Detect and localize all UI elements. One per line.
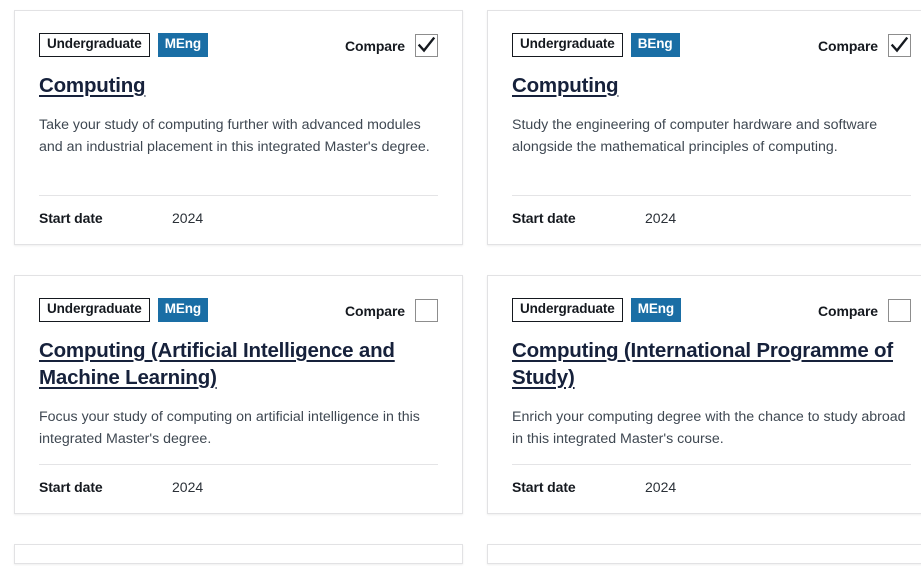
card-header: Undergraduate MEng Compare — [39, 298, 438, 322]
tag-group: Undergraduate MEng — [39, 298, 209, 322]
compare-label: Compare — [345, 37, 405, 54]
course-card-partial[interactable] — [14, 544, 463, 565]
compare-control[interactable]: Compare — [818, 33, 911, 57]
start-date-row: Start date 2024 — [39, 195, 438, 226]
course-card[interactable]: Undergraduate MEng Compare Computing (In… — [487, 275, 921, 515]
compare-control[interactable]: Compare — [345, 298, 438, 322]
study-level-tag: Undergraduate — [39, 33, 150, 57]
start-date-row: Start date 2024 — [512, 464, 911, 495]
course-results-grid: Undergraduate MEng Compare Computing Tak… — [0, 0, 921, 565]
course-card[interactable]: Undergraduate MEng Compare Computing Tak… — [14, 10, 463, 245]
course-card[interactable]: Undergraduate MEng Compare Computing (Ar… — [14, 275, 463, 515]
tag-group: Undergraduate MEng — [39, 33, 209, 57]
start-date-value: 2024 — [645, 479, 677, 496]
course-card-partial[interactable] — [487, 544, 921, 565]
course-title-link[interactable]: Computing (Artificial Intelligence and M… — [39, 337, 438, 391]
compare-checkbox[interactable] — [415, 34, 438, 57]
compare-control[interactable]: Compare — [345, 33, 438, 57]
course-title-link[interactable]: Computing — [39, 72, 438, 99]
check-icon — [417, 36, 436, 53]
compare-checkbox[interactable] — [888, 299, 911, 322]
card-spacer — [512, 158, 911, 195]
course-description: Take your study of computing further wit… — [39, 117, 430, 155]
award-tag: MEng — [157, 33, 209, 57]
card-header: Undergraduate BEng Compare — [512, 33, 911, 57]
start-date-value: 2024 — [645, 210, 677, 226]
course-card[interactable]: Undergraduate BEng Compare Computing Stu… — [487, 10, 921, 245]
card-spacer — [39, 158, 438, 195]
start-date-label: Start date — [512, 479, 576, 496]
start-date-label: Start date — [39, 479, 103, 496]
course-description: Study the engineering of computer hardwa… — [512, 117, 878, 155]
award-tag: BEng — [630, 33, 680, 57]
check-icon — [890, 36, 909, 53]
course-title-link[interactable]: Computing (International Programme of St… — [512, 337, 911, 391]
start-date-label: Start date — [512, 210, 576, 226]
award-tag: MEng — [157, 298, 209, 322]
card-spacer — [512, 450, 911, 464]
start-date-value: 2024 — [172, 210, 204, 226]
compare-checkbox[interactable] — [888, 34, 911, 57]
study-level-tag: Undergraduate — [512, 298, 623, 322]
course-title-link[interactable]: Computing — [512, 72, 911, 99]
award-tag: MEng — [630, 298, 682, 322]
start-date-row: Start date 2024 — [512, 195, 911, 226]
card-spacer — [39, 450, 438, 464]
compare-checkbox[interactable] — [415, 299, 438, 322]
study-level-tag: Undergraduate — [512, 33, 623, 57]
start-date-label: Start date — [39, 210, 103, 226]
start-date-value: 2024 — [172, 479, 204, 496]
card-header: Undergraduate MEng Compare — [512, 298, 911, 322]
compare-control[interactable]: Compare — [818, 298, 911, 322]
compare-label: Compare — [818, 302, 878, 319]
compare-label: Compare — [818, 37, 878, 54]
course-description: Focus your study of computing on artific… — [39, 409, 420, 447]
start-date-row: Start date 2024 — [39, 464, 438, 495]
course-description: Enrich your computing degree with the ch… — [512, 409, 906, 447]
tag-group: Undergraduate MEng — [512, 298, 682, 322]
tag-group: Undergraduate BEng — [512, 33, 680, 57]
card-header: Undergraduate MEng Compare — [39, 33, 438, 57]
compare-label: Compare — [345, 302, 405, 319]
study-level-tag: Undergraduate — [39, 298, 150, 322]
